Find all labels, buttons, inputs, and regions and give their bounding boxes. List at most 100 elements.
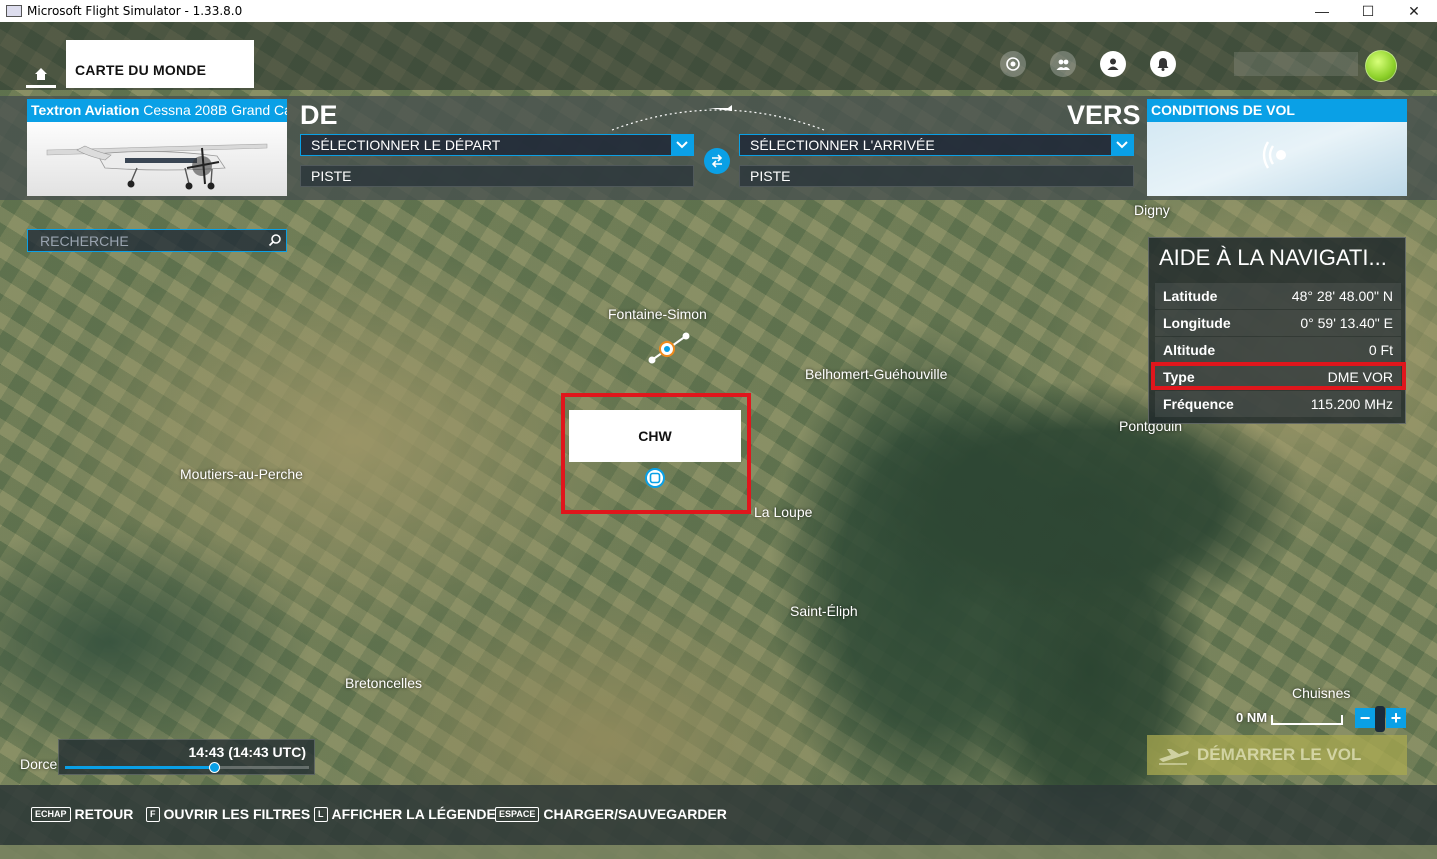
place-label: Moutiers-au-Perche: [180, 466, 303, 482]
minimize-button[interactable]: —: [1299, 0, 1345, 22]
tab-world-map-label: CARTE DU MONDE: [75, 62, 207, 78]
search-icon: [268, 234, 281, 247]
aircraft-selection-card[interactable]: Textron Aviation Cessna 208B Grand Ca: [27, 99, 287, 196]
departure-runway-label: PISTE: [311, 168, 352, 184]
row-key: Longitude: [1163, 315, 1231, 331]
place-label: Digny: [1134, 202, 1170, 218]
navaid-tooltip: CHW: [569, 410, 741, 462]
home-icon: [35, 67, 47, 80]
chevron-down-icon: [671, 135, 693, 155]
place-label: La Loupe: [754, 504, 813, 520]
navaid-row-frequency: Fréquence 115.200 MHz: [1155, 391, 1401, 417]
time-slider-handle[interactable]: [208, 762, 220, 773]
zoom-out-button[interactable]: −: [1355, 708, 1375, 728]
scale-label: 0 NM: [1236, 710, 1268, 725]
time-slider[interactable]: [65, 762, 309, 773]
window-title: Microsoft Flight Simulator - 1.33.8.0: [27, 4, 243, 18]
aircraft-illustration: [46, 143, 268, 190]
hint-back[interactable]: ECHAP RETOUR: [31, 806, 133, 822]
arrival-select[interactable]: SÉLECTIONNER L'ARRIVÉE: [739, 134, 1134, 156]
hint-key: ESPACE: [495, 806, 540, 822]
top-icons: [1000, 51, 1176, 77]
time-slider-fill: [65, 766, 214, 769]
aircraft-model: Cessna 208B Grand Ca: [143, 102, 287, 118]
row-key: Fréquence: [1163, 396, 1234, 412]
navaid-row-latitude: Latitude 48° 28' 48.00" N: [1155, 283, 1401, 309]
username-field: [1234, 52, 1358, 76]
navaid-panel-title: AIDE À LA NAVIGATI...: [1159, 245, 1387, 270]
friends-icon[interactable]: [1050, 51, 1076, 77]
navaid-tooltip-label: CHW: [638, 428, 672, 444]
place-label: Bretoncelles: [345, 675, 423, 691]
hint-label: OUVRIR LES FILTRES: [163, 806, 311, 822]
app-icon: [6, 5, 22, 17]
chevron-down-icon: [1111, 135, 1133, 155]
time-display: 14:43 (14:43 UTC): [188, 744, 307, 760]
flight-conditions-card[interactable]: CONDITIONS DE VOL: [1147, 99, 1407, 196]
signal-icon: [1262, 141, 1286, 169]
window-controls: — ☐ ✕: [1299, 0, 1437, 22]
notifications-icon[interactable]: [1150, 51, 1176, 77]
hint-label: RETOUR: [74, 806, 134, 822]
hint-label: CHARGER/SAUVEGARDER: [543, 806, 727, 822]
avatar[interactable]: [1365, 50, 1397, 82]
swap-icon: [711, 154, 723, 168]
hint-filters[interactable]: F OUVRIR LES FILTRES: [146, 806, 310, 822]
close-button[interactable]: ✕: [1391, 0, 1437, 22]
zoom-handle[interactable]: [1375, 706, 1385, 732]
swap-route-button[interactable]: [704, 148, 730, 174]
navaid-row-longitude: Longitude 0° 59' 13.40" E: [1155, 310, 1401, 336]
navaid-row-altitude: Altitude 0 Ft: [1155, 337, 1401, 363]
route-arc: [611, 105, 825, 131]
time-panel: 14:43 (14:43 UTC): [58, 739, 315, 775]
navaid-info-panel: AIDE À LA NAVIGATI... Latitude 48° 28' 4…: [1148, 237, 1406, 424]
hint-key: F: [146, 806, 160, 822]
flight-conditions-label: CONDITIONS DE VOL: [1147, 99, 1407, 122]
window-titlebar: Microsoft Flight Simulator - 1.33.8.0 — …: [0, 0, 1437, 22]
tab-world-map[interactable]: CARTE DU MONDE: [66, 40, 254, 88]
type-row-highlight: [1151, 362, 1406, 390]
departure-select-label: SÉLECTIONNER LE DÉPART: [311, 137, 501, 153]
arrival-runway-label: PISTE: [750, 168, 791, 184]
row-value: 48° 28' 48.00" N: [1291, 288, 1393, 304]
place-label: Dorce: [20, 756, 58, 772]
hint-key: ECHAP: [31, 806, 71, 822]
hint-load-save[interactable]: ESPACE CHARGER/SAUVEGARDER: [495, 806, 727, 822]
start-flight-label: DÉMARRER LE VOL: [1197, 745, 1362, 764]
row-value: 0° 59' 13.40" E: [1300, 315, 1393, 331]
map-scale: 0 NM: [1236, 710, 1344, 725]
arrival-runway-field[interactable]: PISTE: [739, 165, 1134, 187]
aircraft-brand: Textron Aviation: [31, 102, 140, 118]
place-label: Chuisnes: [1292, 685, 1351, 701]
map-bottom-strip: [0, 845, 1437, 859]
row-value: 0 Ft: [1368, 342, 1393, 358]
search-placeholder: RECHERCHE: [40, 232, 129, 249]
activity-icon[interactable]: [1000, 51, 1026, 77]
maximize-button[interactable]: ☐: [1345, 0, 1391, 22]
row-key: Latitude: [1163, 288, 1218, 304]
hint-key: L: [314, 806, 328, 822]
scale-bar: [1271, 715, 1344, 725]
row-value: 115.200 MHz: [1310, 396, 1393, 412]
hint-legend[interactable]: L AFFICHER LA LÉGENDE: [314, 806, 496, 822]
place-label: Fontaine-Simon: [608, 306, 707, 322]
row-key: Altitude: [1163, 342, 1216, 358]
profile-icon[interactable]: [1100, 51, 1126, 77]
from-label: DE: [300, 100, 338, 130]
place-label: Belhomert-Guéhouville: [805, 366, 948, 382]
search-input[interactable]: RECHERCHE: [27, 229, 287, 252]
to-label: VERS: [1067, 100, 1141, 130]
home-button[interactable]: [26, 62, 56, 88]
zoom-in-button[interactable]: +: [1386, 708, 1406, 728]
aircraft-label: Textron Aviation Cessna 208B Grand Ca: [27, 99, 287, 122]
departure-select[interactable]: SÉLECTIONNER LE DÉPART: [300, 134, 694, 156]
place-label: Saint-Éliph: [790, 603, 858, 619]
arrival-select-label: SÉLECTIONNER L'ARRIVÉE: [750, 137, 935, 153]
navaid-marker[interactable]: [646, 330, 692, 366]
takeoff-icon: [1159, 749, 1189, 765]
vor-dme-icon[interactable]: [644, 467, 666, 489]
hint-label: AFFICHER LA LÉGENDE: [331, 806, 496, 822]
start-flight-button[interactable]: DÉMARRER LE VOL: [1147, 735, 1407, 775]
aircraft-image: [27, 122, 287, 196]
departure-runway-field[interactable]: PISTE: [300, 165, 694, 187]
